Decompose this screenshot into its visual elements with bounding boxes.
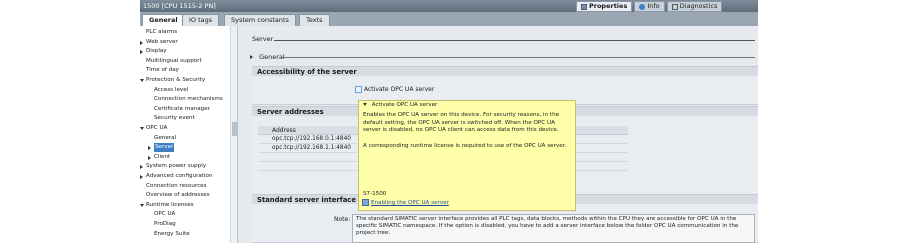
properties-icon — [581, 3, 587, 10]
nav-item-label: Web server — [146, 38, 178, 45]
tab-general-label: General — [149, 16, 178, 24]
server-heading: Server — [252, 35, 274, 43]
nav-item-label: Advanced configuration — [146, 173, 213, 179]
property-tab-strip: General IO tags System constants Texts — [140, 12, 758, 26]
note-text: The standard SIMATIC server interface pr… — [356, 216, 739, 237]
tooltip-title: Activate OPC UA server — [363, 102, 437, 108]
address-column-header: Address — [272, 127, 296, 134]
server-addresses-header-label: Server addresses — [257, 108, 324, 116]
nav-item-label: Server — [154, 143, 175, 153]
tab-diagnostics-label: Diagnostics — [679, 2, 718, 10]
nav-item-label: Runtime licenses — [146, 201, 194, 208]
tab-diagnostics[interactable]: Diagnostics — [666, 1, 723, 12]
nav-item-label: OPC UA — [154, 211, 176, 218]
chevron-right-icon[interactable] — [148, 155, 151, 160]
chevron-right-icon[interactable] — [140, 40, 143, 45]
server-heading-rule — [274, 40, 755, 41]
general-rule — [282, 57, 755, 58]
tooltip-license-note: A corresponding runtime license is requi… — [363, 143, 567, 149]
nav-item-label: Protection & Security — [146, 77, 206, 83]
window-title: 1500 [CPU 1515-2 PN] — [143, 2, 216, 10]
nav-item-label: Connection resources — [146, 182, 207, 189]
nav-item-label: System power supply — [146, 163, 207, 170]
nav-item-label: Security event — [154, 115, 195, 122]
tab-properties-label: Properties — [589, 2, 628, 10]
activate-opcua-checkbox[interactable] — [355, 86, 362, 93]
nav-scroll-thumb[interactable] — [232, 122, 237, 136]
chevron-right-icon[interactable] — [140, 165, 143, 170]
note-text-box: The standard SIMATIC server interface pr… — [352, 214, 755, 243]
nav-scrollbar[interactable] — [230, 26, 237, 243]
activate-opcua-label: Activate OPC UA server — [364, 86, 435, 93]
chevron-down-icon — [363, 103, 367, 106]
nav-item-label: Display — [146, 48, 167, 55]
tooltip-title-label: Activate OPC UA server — [371, 102, 438, 108]
address-cell: opc.tcp://192.168.1.1:4840 — [272, 145, 351, 151]
address-cell: opc.tcp://192.168.0.1:4840 — [272, 136, 351, 142]
nav-item-label: Access level — [154, 86, 189, 93]
chevron-down-icon[interactable] — [140, 203, 144, 207]
tab-general[interactable]: General — [142, 14, 185, 26]
tooltip-description: Enables the OPC UA server on this device… — [363, 112, 560, 133]
tooltip-link[interactable]: Enabling the OPC UA server — [371, 200, 449, 206]
tab-system-constants[interactable]: System constants — [224, 14, 296, 26]
nav-item-label: Energy Suite — [154, 230, 190, 237]
chevron-down-icon[interactable] — [140, 127, 144, 130]
nav-item-label: OPC UA — [146, 125, 168, 131]
tab-system-constants-label: System constants — [231, 16, 289, 24]
nav-item-label: Time of day — [146, 67, 179, 74]
tooltip-device-family: S7-1500 — [363, 191, 387, 197]
chevron-right-icon[interactable] — [140, 50, 143, 55]
nav-tree: PLC alarms Web server Display Multilingual … — [140, 26, 238, 243]
accessibility-header: Accessibility of the server — [252, 66, 758, 76]
chevron-right-icon[interactable] — [140, 175, 143, 179]
chevron-down-icon[interactable] — [140, 79, 144, 82]
diagnostics-icon — [671, 3, 678, 10]
info-icon — [639, 3, 646, 10]
tab-io-tags[interactable]: IO tags — [182, 14, 220, 26]
nav-item-label: Client — [154, 153, 171, 160]
tab-info[interactable]: Info — [634, 1, 665, 12]
chevron-right-icon[interactable] — [148, 146, 151, 151]
tab-texts-label: Texts — [306, 16, 323, 24]
inspector-window: 1500 [CPU 1515-2 PN] Properties Info Dia… — [0, 0, 900, 243]
chevron-right-icon — [250, 55, 253, 59]
accessibility-header-label: Accessibility of the server — [257, 68, 357, 76]
nav-item-label: ProDiag — [154, 221, 176, 227]
tab-texts[interactable]: Texts — [299, 14, 330, 26]
general-expander[interactable]: General — [250, 53, 285, 61]
inspector-tabs: Properties Info Diagnostics — [576, 1, 723, 12]
tab-properties[interactable]: Properties — [576, 1, 633, 12]
nav-item-label: PLC alarms — [146, 29, 178, 35]
general-label: General — [259, 53, 285, 61]
nav-item-label: General — [154, 134, 177, 141]
content-area: PLC alarms Web server Display Multilingual … — [140, 26, 758, 243]
help-book-icon — [362, 199, 369, 206]
nav-item-label: Certificate manager — [154, 105, 210, 112]
note-label: Note: — [334, 216, 351, 223]
nav-item-label: Multilingual support — [146, 57, 202, 64]
tab-io-tags-label: IO tags — [189, 16, 213, 24]
tab-info-label: Info — [647, 2, 660, 10]
nav-item-label: Connection mechanisms — [154, 96, 223, 103]
nav-item-label: Overview of addresses — [146, 192, 210, 199]
help-tooltip: Activate OPC UA server Enables the OPC U… — [358, 100, 576, 211]
